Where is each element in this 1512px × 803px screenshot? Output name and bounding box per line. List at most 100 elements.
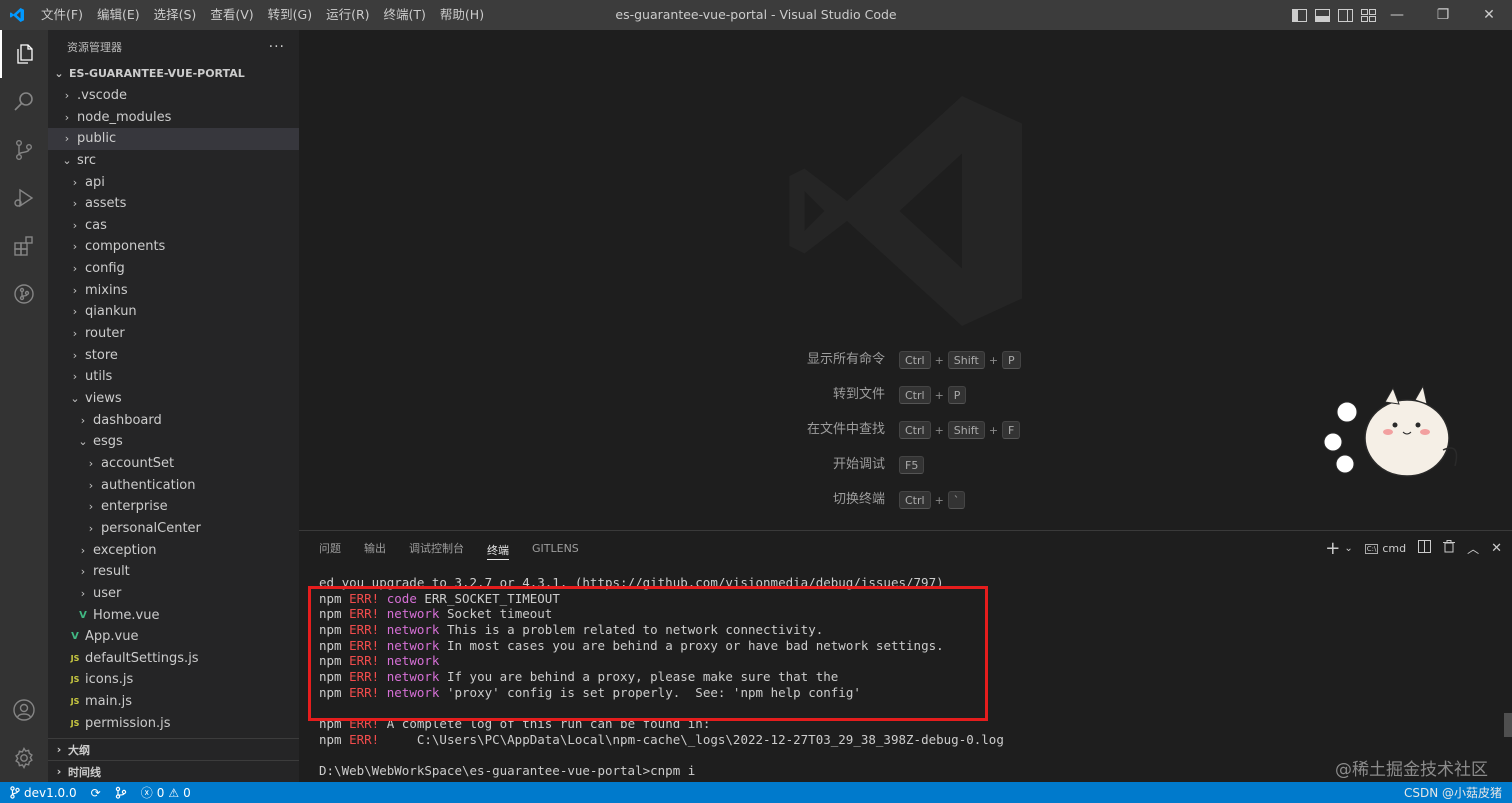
split-terminal-icon[interactable] (1418, 540, 1432, 557)
keybinding-key: Ctrl (899, 491, 931, 509)
chevron-right-icon: › (72, 240, 78, 254)
tree-folder[interactable]: › utils (48, 366, 299, 388)
chevron-right-icon: › (72, 175, 78, 189)
extensions-icon[interactable] (0, 222, 48, 270)
tree-file[interactable]: V App.vue (48, 626, 299, 648)
section-label: 大纲 (68, 743, 90, 757)
tree-folder[interactable]: › public (48, 127, 299, 150)
tree-item-label: qiankun (85, 304, 137, 320)
tree-item-label: src (77, 152, 96, 168)
tree-folder[interactable]: › dashboard (48, 409, 299, 431)
panel-tab[interactable]: 调试控制台 (409, 531, 464, 566)
tree-folder[interactable]: › authentication (48, 474, 299, 496)
outline-section[interactable]: › 大纲 (48, 738, 299, 760)
account-icon[interactable] (0, 686, 48, 734)
menu-item[interactable]: 运行(R) (319, 0, 376, 30)
timeline-section[interactable]: › 时间线 (48, 760, 299, 782)
vscode-logo-icon (0, 0, 34, 30)
search-icon[interactable] (0, 78, 48, 126)
tree-item-label: permission.js (85, 715, 171, 731)
tree-folder[interactable]: › user (48, 583, 299, 605)
explorer-icon[interactable] (0, 30, 48, 78)
tree-folder[interactable]: › cas (48, 215, 299, 237)
layout-controls (1292, 0, 1376, 30)
tree-folder[interactable]: › node_modules (48, 106, 299, 128)
gitlens-icon[interactable] (0, 270, 48, 318)
gitlens-status-icon[interactable] (115, 786, 127, 799)
tree-file[interactable]: V Home.vue (48, 604, 299, 626)
tree-folder[interactable]: › config (48, 258, 299, 280)
tree-folder[interactable]: ⌄ views (48, 388, 299, 410)
maximize-panel-icon[interactable]: ︿ (1467, 540, 1479, 557)
problems-indicator[interactable]: ⓧ 0 ⚠ 0 (141, 784, 191, 801)
tree-file[interactable]: JS permission.js (48, 713, 299, 735)
tree-folder[interactable]: › mixins (48, 280, 299, 302)
menu-item[interactable]: 选择(S) (147, 0, 204, 30)
tree-folder[interactable]: › store (48, 344, 299, 366)
tree-folder[interactable]: › .vscode (48, 85, 299, 107)
tree-folder[interactable]: › router (48, 323, 299, 345)
run-debug-icon[interactable] (0, 174, 48, 222)
branch-indicator[interactable]: dev1.0.0 (10, 786, 77, 800)
terminal-scrollbar[interactable] (1504, 713, 1512, 737)
error-icon: ⓧ (140, 786, 153, 800)
trash-icon[interactable] (1443, 540, 1456, 557)
tree-folder[interactable]: › personalCenter (48, 518, 299, 540)
shortcut-label: 在文件中查找 (806, 422, 885, 437)
tree-item-label: config (85, 261, 125, 277)
tree-folder[interactable]: ⌄ src (48, 150, 299, 172)
tree-folder[interactable]: › api (48, 171, 299, 193)
sync-icon[interactable]: ⟳ (91, 786, 101, 800)
workspace-root[interactable]: ⌄ ES-GUARANTEE-VUE-PORTAL (48, 63, 299, 85)
new-terminal-icon[interactable]: + (1325, 538, 1340, 559)
menu-item[interactable]: 终端(T) (377, 0, 433, 30)
error-count: 0 (156, 785, 165, 800)
plus-sign: + (988, 423, 999, 437)
tree-item-label: .vscode (77, 87, 127, 103)
chevron-down-icon: ⌄ (70, 392, 80, 406)
tree-folder[interactable]: ⌄ esgs (48, 431, 299, 453)
tree-item-label: defaultSettings.js (85, 650, 199, 666)
source-control-icon[interactable] (0, 126, 48, 174)
panel-tab[interactable]: 终端 (487, 534, 509, 560)
menu-item[interactable]: 编辑(E) (90, 0, 147, 30)
keybinding-key: F5 (899, 456, 925, 474)
menu-item[interactable]: 转到(G) (261, 0, 319, 30)
panel-tab[interactable]: 输出 (364, 531, 386, 566)
terminal-shell-selector[interactable]: C:\ cmd (1364, 542, 1406, 555)
tree-file[interactable]: JS main.js (48, 691, 299, 713)
close-panel-icon[interactable]: ✕ (1491, 541, 1502, 556)
settings-gear-icon[interactable] (0, 734, 48, 782)
toggle-primary-sidebar-icon[interactable] (1292, 8, 1307, 22)
warning-icon: ⚠ (168, 785, 180, 800)
tree-folder[interactable]: › result (48, 561, 299, 583)
plus-sign: + (934, 353, 944, 367)
chevron-right-icon: › (80, 586, 86, 600)
close-button[interactable]: ✕ (1466, 0, 1512, 30)
more-actions-button[interactable]: ··· (269, 39, 285, 55)
tree-folder[interactable]: › exception (48, 539, 299, 561)
restore-button[interactable]: ❐ (1420, 0, 1466, 30)
menu-item[interactable]: 文件(F) (34, 0, 90, 30)
tree-file[interactable]: JS icons.js (48, 669, 299, 691)
menu-item[interactable]: 帮助(H) (433, 0, 491, 30)
minimize-button[interactable]: — (1374, 0, 1420, 30)
js-file-icon: JS (70, 653, 80, 663)
panel-tab[interactable]: 问题 (319, 531, 341, 566)
tree-folder[interactable]: › assets (48, 193, 299, 215)
tree-folder[interactable]: › components (48, 236, 299, 258)
title-bar: 文件(F) 编辑(E) 选择(S) 查看(V) 转到(G) 运行(R) 终端(T) 帮助(H)… (0, 0, 1512, 30)
tree-folder[interactable]: › enterprise (48, 496, 299, 518)
tree-file[interactable]: JS defaultSettings.js (48, 648, 299, 670)
chevron-right-icon: › (72, 262, 78, 276)
menu-bar: 文件(F) 编辑(E) 选择(S) 查看(V) 转到(G) 运行(R) 终端(T) 帮助(H) (34, 0, 491, 30)
panel-tab[interactable]: GITLENS (532, 531, 579, 566)
tree-item-label: store (85, 347, 118, 363)
tree-folder[interactable]: › qiankun (48, 301, 299, 323)
toggle-secondary-sidebar-icon[interactable] (1338, 8, 1353, 22)
tree-folder[interactable]: › accountSet (48, 453, 299, 475)
toggle-panel-icon[interactable] (1315, 8, 1330, 22)
activity-bar (0, 30, 48, 782)
menu-item[interactable]: 查看(V) (203, 0, 260, 30)
chevron-down-icon[interactable]: ⌄ (1344, 543, 1352, 554)
